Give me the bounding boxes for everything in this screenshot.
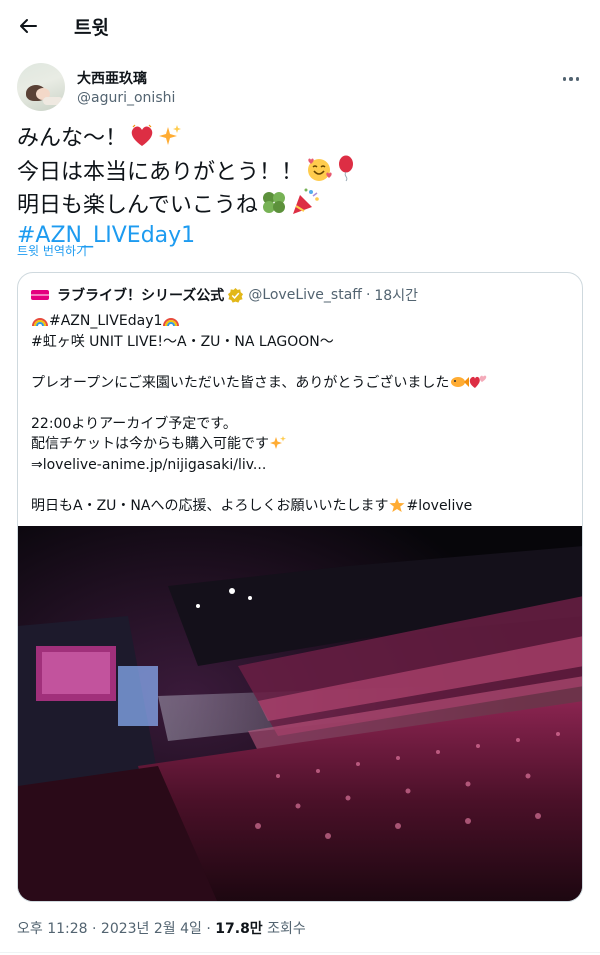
page-title: 트윗 [74, 17, 109, 39]
more-icon [562, 77, 567, 81]
heart-icon [131, 124, 153, 146]
author-name[interactable]: 大西亜玖璃 [77, 68, 147, 88]
view-count-label: 조회수 [262, 921, 306, 937]
quoted-author-name[interactable]: ラブライブ！シリーズ公式 [57, 285, 224, 305]
divider [0, 952, 600, 953]
more-options-button[interactable] [559, 69, 583, 89]
arrow-left-icon [20, 19, 37, 33]
quoted-author-handle[interactable]: @LoveLive_staff [248, 287, 362, 303]
quote-tag-lovelive[interactable]: #lovelive [406, 498, 472, 514]
verified-badge-icon [227, 287, 244, 304]
view-count: 17.8만 [215, 921, 263, 937]
time-separator: · [365, 287, 371, 303]
tweet-meta: 오후 11:28 · 2023년 2월 4일 · 17.8만 조회수 [17, 918, 306, 938]
quote-thanks-text: プレオープンにご来園いただいた皆さま、ありがとうございました [31, 374, 450, 391]
translate-tweet-link[interactable]: 트윗 번역하기 [17, 242, 87, 259]
tweet-date[interactable]: 2023년 2월 4일 [101, 921, 202, 937]
top-bar: 트윗 [0, 0, 600, 52]
tweet-line-1: みんな〜！ [17, 124, 583, 154]
tweet-time[interactable]: 오후 11:28 [17, 921, 88, 937]
lovelive-logo-icon [31, 290, 49, 300]
tweet-line-2-text: 今日は本当にありがとう！！ [17, 159, 304, 185]
quote-line-ticket: 配信チケットは今からも購入可能です [31, 434, 571, 455]
tweet-line-1-text: みんな〜！ [17, 126, 128, 151]
concert-venue-photo[interactable] [18, 526, 583, 902]
quote-line-hashtag: #AZN_LIVEday1 [31, 311, 571, 332]
quote-line-event: #虹ヶ咲 UNIT LIVE!〜A・ZU・NA LAGOON〜 [31, 333, 334, 350]
quote-line-support: 明日もA・ZU・NAへの応援、よろしくお願いいたします #lovelive [31, 496, 571, 517]
rainbow-icon [163, 318, 180, 327]
quote-line-link[interactable]: ⇒lovelive-anime.jp/nijigasaki/liv... [31, 455, 571, 476]
balloon-icon [339, 155, 354, 181]
star-icon [389, 497, 405, 512]
tweet-line-3-text: 明日も楽しんでいこうね [17, 193, 258, 218]
quote-support-text: 明日もA・ZU・NAへの応援、よろしくお願いいたします [31, 497, 389, 514]
author-handle[interactable]: @aguri_onishi [77, 90, 175, 106]
party-popper-icon [292, 188, 319, 214]
tweet-text: みんな〜！ 今日は本当にありがとう！！ 明日も楽しんでいこうね #AZN_LIV… [17, 124, 583, 250]
back-button[interactable] [14, 12, 42, 40]
tweet-line-2: 今日は本当にありがとう！！ [17, 154, 583, 188]
tweet-hashtag-link[interactable]: #AZN_LIVEday1 [17, 221, 583, 251]
meta-separator: · [201, 921, 216, 937]
meta-separator: · [87, 921, 101, 937]
quoted-time[interactable]: 18시간 [374, 285, 418, 305]
quoted-tweet[interactable]: ラブライブ！シリーズ公式 @LoveLive_staff · 18시간 #AZN… [17, 272, 583, 902]
rainbow-icon [32, 318, 48, 327]
quote-ticket-text: 配信チケットは今からも購入可能です [31, 436, 269, 452]
tweet-author: 大西亜玖璃 @aguri_onishi [17, 63, 583, 113]
fish-icon [451, 376, 470, 387]
quoted-tweet-header: ラブライブ！シリーズ公式 @LoveLive_staff · 18시간 [31, 285, 418, 305]
sparkles-icon [159, 125, 182, 145]
quoted-tweet-text: #AZN_LIVEday1 #虹ヶ咲 UNIT LIVE!〜A・ZU・NA LA… [31, 311, 571, 516]
avatar[interactable] [17, 63, 65, 111]
sparkles-icon [270, 436, 286, 449]
two-hearts-icon [470, 375, 487, 388]
quote-line-thanks: プレオープンにご来園いただいた皆さま、ありがとうございました [31, 373, 571, 394]
quote-line-archive: 22:00よりアーカイブ予定です。 [31, 415, 237, 432]
quote-hashtag-text[interactable]: #AZN_LIVEday1 [49, 313, 162, 329]
tweet-line-3: 明日も楽しんでいこうね [17, 187, 583, 221]
smiling-face-hearts-icon [308, 158, 332, 181]
four-leaf-clover-icon [262, 192, 285, 213]
